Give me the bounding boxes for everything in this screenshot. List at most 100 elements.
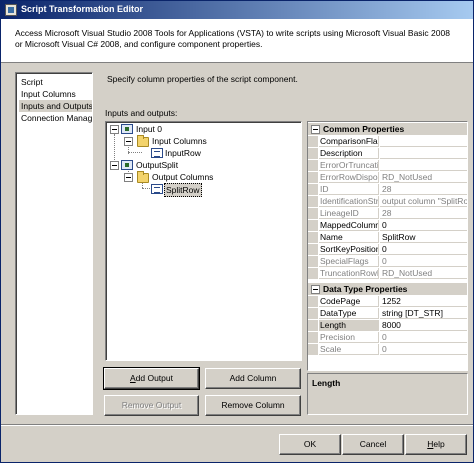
property-gutter bbox=[308, 136, 318, 147]
nav-item-script[interactable]: Script bbox=[19, 76, 45, 88]
input-icon bbox=[121, 124, 133, 134]
property-value[interactable] bbox=[380, 136, 467, 147]
tree-connector bbox=[128, 152, 142, 153]
property-gutter bbox=[308, 148, 318, 159]
property-row[interactable]: Name SplitRow bbox=[308, 232, 467, 243]
property-grid[interactable]: Common Properties ComparisonFlagsDescrip… bbox=[307, 121, 468, 371]
property-row[interactable]: Description bbox=[308, 148, 467, 159]
property-name: CodePage bbox=[319, 296, 379, 307]
property-value[interactable]: 1252 bbox=[380, 296, 467, 307]
property-gutter bbox=[308, 232, 318, 243]
property-value[interactable] bbox=[380, 148, 467, 159]
inputs-outputs-tree[interactable]: Input 0 Input Columns InputRow OutputSpl… bbox=[105, 121, 302, 361]
property-row[interactable]: CodePage 1252 bbox=[308, 296, 467, 307]
property-row[interactable]: Precision 0 bbox=[308, 332, 467, 343]
property-gutter bbox=[308, 344, 318, 355]
help-button[interactable]: Help bbox=[405, 434, 467, 455]
add-column-button[interactable]: Add Column bbox=[205, 368, 301, 389]
nav-item-inputs-and-outputs[interactable]: Inputs and Outputs bbox=[19, 100, 92, 112]
nav-item-connection-managers[interactable]: Connection Managers bbox=[19, 112, 92, 124]
property-name: DataType bbox=[319, 308, 379, 319]
page-description: Specify column properties of the script … bbox=[107, 74, 298, 84]
property-row[interactable]: ComparisonFlags bbox=[308, 136, 467, 147]
collapse-output-columns-icon[interactable] bbox=[124, 173, 133, 182]
property-value: 0 bbox=[380, 256, 467, 267]
property-value: output column "SplitRow" bbox=[380, 196, 467, 207]
property-value[interactable]: 8000 bbox=[380, 320, 467, 331]
property-value[interactable]: SplitRow bbox=[380, 232, 467, 243]
help-label: elp bbox=[433, 439, 445, 449]
property-gutter bbox=[308, 296, 318, 307]
property-row[interactable]: Scale 0 bbox=[308, 344, 467, 355]
inputs-outputs-label: Inputs and outputs: bbox=[105, 108, 178, 118]
property-value[interactable]: 0 bbox=[380, 220, 467, 231]
column-icon bbox=[151, 184, 163, 194]
property-gutter bbox=[308, 160, 318, 171]
property-row[interactable]: ErrorRowDispositionRD_NotUsed bbox=[308, 172, 467, 183]
property-value: 28 bbox=[380, 184, 467, 195]
property-row[interactable]: ID 28 bbox=[308, 184, 467, 195]
property-description-title: Length bbox=[312, 378, 341, 388]
property-name: SortKeyPosition bbox=[319, 244, 379, 255]
collapse-category-icon[interactable] bbox=[311, 285, 320, 294]
category-data-type-properties[interactable]: Data Type Properties bbox=[308, 283, 467, 295]
property-value: RD_NotUsed bbox=[380, 172, 467, 183]
collapse-category-icon[interactable] bbox=[311, 125, 320, 134]
header-description: Access Microsoft Visual Studio 2008 Tool… bbox=[15, 28, 450, 49]
header-panel: Access Microsoft Visual Studio 2008 Tool… bbox=[1, 19, 473, 63]
property-value: 28 bbox=[380, 208, 467, 219]
property-row[interactable]: MappedColumnID0 bbox=[308, 220, 467, 231]
folder-icon bbox=[137, 135, 149, 147]
property-row[interactable]: Length 8000 bbox=[308, 320, 467, 331]
collapse-input-icon[interactable] bbox=[110, 125, 119, 134]
property-row[interactable]: IdentificationStringoutput column "Split… bbox=[308, 196, 467, 207]
property-name: Length bbox=[319, 320, 379, 331]
title-bar[interactable]: Script Transformation Editor bbox=[1, 1, 473, 19]
window-title: Script Transformation Editor bbox=[21, 4, 144, 14]
property-gutter bbox=[308, 256, 318, 267]
property-row[interactable]: SpecialFlags 0 bbox=[308, 256, 467, 267]
property-value[interactable]: string [DT_STR] bbox=[380, 308, 467, 319]
property-gutter bbox=[308, 268, 318, 279]
property-row[interactable]: ErrorOrTruncationOperation bbox=[308, 160, 467, 171]
property-name: IdentificationString bbox=[319, 196, 379, 207]
property-name: SpecialFlags bbox=[319, 256, 379, 267]
property-name: MappedColumnID bbox=[319, 220, 379, 231]
remove-column-button[interactable]: Remove Column bbox=[205, 395, 301, 416]
nav-item-input-columns[interactable]: Input Columns bbox=[19, 88, 78, 100]
property-value: RD_NotUsed bbox=[380, 268, 467, 279]
collapse-output-icon[interactable] bbox=[110, 161, 119, 170]
property-gutter bbox=[308, 184, 318, 195]
property-row[interactable]: DataType string [DT_STR] bbox=[308, 308, 467, 319]
add-output-button[interactable]: Add Output bbox=[103, 367, 200, 390]
property-row[interactable]: LineageID 28 bbox=[308, 208, 467, 219]
property-name: ComparisonFlags bbox=[319, 136, 379, 147]
add-output-label: dd Output bbox=[135, 373, 173, 383]
column-icon bbox=[151, 148, 163, 158]
script-transformation-editor-window: Script Transformation Editor Access Micr… bbox=[0, 0, 474, 463]
tree-connector bbox=[114, 134, 115, 164]
folder-icon bbox=[137, 171, 149, 183]
property-gutter bbox=[308, 172, 318, 183]
property-name: ErrorOrTruncationOperation bbox=[319, 160, 379, 171]
ok-button[interactable]: OK bbox=[279, 434, 341, 455]
property-gutter bbox=[308, 244, 318, 255]
property-gutter bbox=[308, 196, 318, 207]
property-gutter bbox=[308, 320, 318, 331]
property-row[interactable]: SortKeyPosition 0 bbox=[308, 244, 467, 255]
property-gutter bbox=[308, 220, 318, 231]
property-name: ID bbox=[319, 184, 379, 195]
collapse-input-columns-icon[interactable] bbox=[124, 137, 133, 146]
remove-output-button[interactable]: Remove Output bbox=[104, 395, 199, 416]
property-value: 0 bbox=[380, 332, 467, 343]
property-row[interactable]: TruncationRowDispositionRD_NotUsed bbox=[308, 268, 467, 279]
property-value[interactable]: 0 bbox=[380, 244, 467, 255]
property-description-pane: Length bbox=[307, 373, 468, 415]
property-gutter bbox=[308, 208, 318, 219]
cancel-button[interactable]: Cancel bbox=[342, 434, 404, 455]
property-name: Description bbox=[319, 148, 379, 159]
page-nav-list[interactable]: Script Input Columns Inputs and Outputs … bbox=[15, 72, 93, 415]
property-name: TruncationRowDisposition bbox=[319, 268, 379, 279]
category-common-properties[interactable]: Common Properties bbox=[308, 123, 467, 135]
property-name: Precision bbox=[319, 332, 379, 343]
